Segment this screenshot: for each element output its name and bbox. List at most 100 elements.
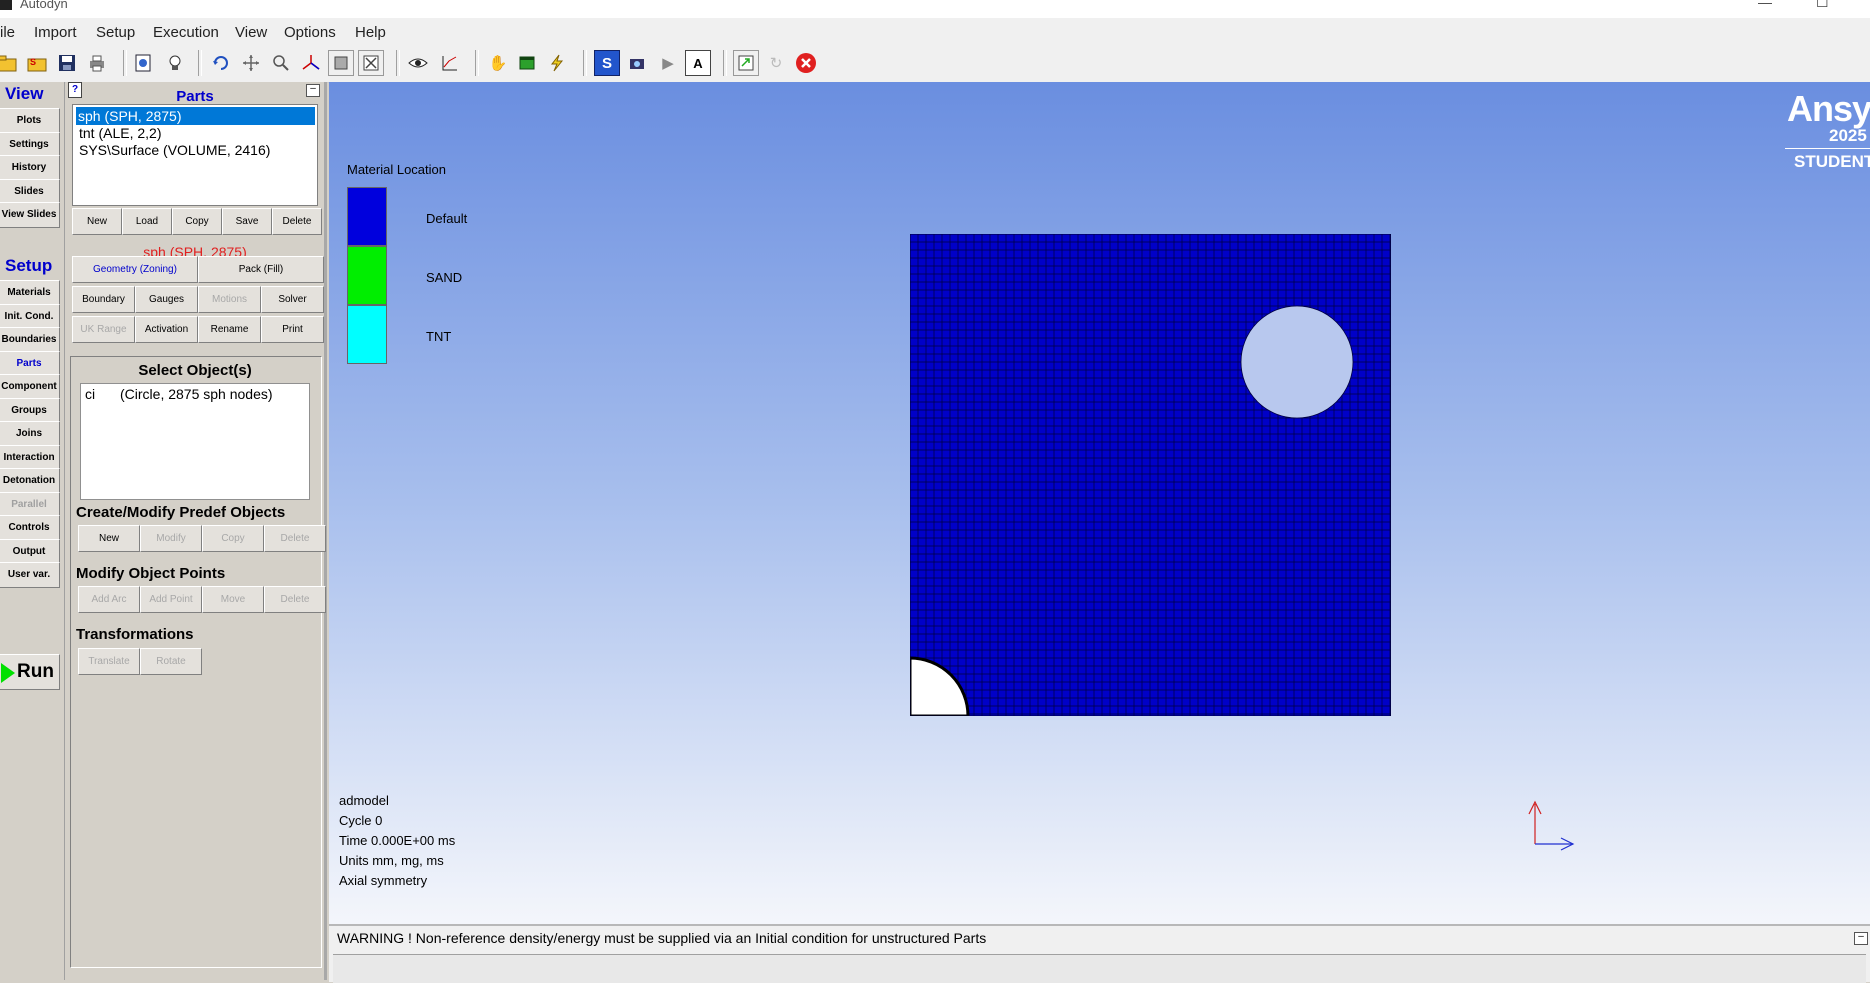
nav-slides[interactable]: Slides [0, 178, 60, 205]
message-input[interactable] [333, 954, 1866, 983]
camera-icon[interactable] [624, 50, 650, 76]
transformations-title: Transformations [76, 626, 194, 643]
menu-setup[interactable]: Setup [96, 24, 135, 41]
menu-import[interactable]: Import [34, 24, 77, 41]
axes-icon[interactable] [298, 50, 324, 76]
predef-objects-title: Create/Modify Predef Objects [76, 504, 286, 521]
fit-view-icon[interactable] [328, 50, 354, 76]
info-line: Units mm, mg, ms [339, 853, 444, 868]
rename-button[interactable]: Rename [198, 316, 261, 343]
nav-init-cond[interactable]: Init. Cond. [0, 303, 60, 330]
logo-divider [1785, 148, 1870, 149]
refresh-icon[interactable] [208, 50, 234, 76]
nav-history[interactable]: History [0, 155, 60, 181]
eye-icon[interactable] [405, 50, 431, 76]
parts-list-item[interactable]: SYS\Surface (VOLUME, 2416) [77, 141, 270, 159]
nav-interaction[interactable]: Interaction [0, 444, 60, 471]
nav-controls[interactable]: Controls [0, 515, 60, 541]
mesh-plot[interactable] [910, 234, 1391, 716]
nav-view-slides[interactable]: View Slides [0, 202, 60, 228]
parts-list-item[interactable]: sph (SPH, 2875) [76, 107, 315, 125]
menu-execution[interactable]: Execution [153, 24, 219, 41]
menu-options[interactable]: Options [284, 24, 336, 41]
parts-list[interactable]: sph (SPH, 2875) tnt (ALE, 2,2) SYS\Surface… [72, 104, 318, 206]
fit-all-icon[interactable] [358, 50, 384, 76]
delete-part-button[interactable]: Delete [272, 208, 322, 235]
nav-output[interactable]: Output [0, 538, 60, 565]
logo-edition: STUDENT [1794, 152, 1870, 171]
nav-joins[interactable]: Joins [0, 421, 60, 447]
green-box-icon[interactable] [514, 50, 540, 76]
save-icon[interactable] [54, 50, 80, 76]
nav-parallel[interactable]: Parallel [0, 491, 60, 518]
close-red-icon[interactable] [793, 50, 819, 76]
parts-list-item[interactable]: tnt (ALE, 2,2) [77, 124, 161, 142]
record-icon[interactable]: ▶ [655, 50, 681, 76]
lightbulb-icon[interactable] [162, 50, 188, 76]
points-add-point-button[interactable]: Add Point [140, 586, 202, 613]
s-icon[interactable]: S [594, 50, 620, 76]
open-folder-icon[interactable] [0, 50, 20, 76]
info-line: Axial symmetry [339, 873, 428, 888]
new-part-button[interactable]: New [72, 208, 122, 235]
copy-part-button[interactable]: Copy [172, 208, 222, 235]
tab-geometry-zoning[interactable]: Geometry (Zoning) [72, 256, 198, 283]
predef-delete-button[interactable]: Delete [264, 525, 326, 552]
predef-new-button[interactable]: New [78, 525, 140, 552]
predef-modify-button[interactable]: Modify [140, 525, 202, 552]
nav-view-header: View [5, 84, 44, 103]
transform-rotate-button[interactable]: Rotate [140, 648, 202, 675]
select-objects-title: Select Object(s) [138, 362, 252, 379]
legend-swatch-default [347, 187, 387, 246]
uk-range-button[interactable]: UK Range [72, 316, 135, 343]
zoom-icon[interactable] [268, 50, 294, 76]
tab-pack-fill[interactable]: Pack (Fill) [198, 256, 324, 283]
nav-groups[interactable]: Groups [0, 397, 60, 424]
panel-minimize-button[interactable]: – [306, 84, 320, 97]
object-name[interactable]: ci [85, 386, 95, 402]
save-part-button[interactable]: Save [222, 208, 272, 235]
points-add-arc-button[interactable]: Add Arc [78, 586, 140, 613]
nav-parts[interactable]: Parts [0, 350, 60, 377]
gauges-button[interactable]: Gauges [135, 286, 198, 313]
nav-user-var[interactable]: User var. [0, 562, 60, 588]
model-info-icon[interactable] [130, 50, 156, 76]
minimize-window-button[interactable]: — [1758, 0, 1772, 10]
nav-component[interactable]: Component [0, 374, 60, 400]
message-minimize-button[interactable]: – [1854, 932, 1868, 945]
menu-help[interactable]: Help [355, 24, 386, 41]
export-icon[interactable] [733, 50, 759, 76]
nav-detonation[interactable]: Detonation [0, 468, 60, 494]
transform-translate-button[interactable]: Translate [78, 648, 140, 675]
load-part-button[interactable]: Load [122, 208, 172, 235]
graphics-viewport[interactable]: Material Location Default SAND TNT admodel… [329, 82, 1870, 924]
nav-plots[interactable]: Plots [0, 108, 60, 134]
object-list[interactable]: ci (Circle, 2875 sph nodes) [80, 383, 310, 500]
nav-boundaries[interactable]: Boundaries [0, 327, 60, 353]
pan-icon[interactable] [238, 50, 264, 76]
lightning-icon[interactable] [544, 50, 570, 76]
nav-settings[interactable]: Settings [0, 131, 60, 158]
open-sph-icon[interactable]: S [24, 50, 50, 76]
activation-button[interactable]: Activation [135, 316, 198, 343]
current-part-label: sph (SPH, 2875) [143, 244, 247, 256]
menu-file[interactable]: ile [0, 24, 15, 41]
hand-icon[interactable]: ✋ [485, 50, 511, 76]
solver-button[interactable]: Solver [261, 286, 324, 313]
print-button[interactable]: Print [261, 316, 324, 343]
reload-icon[interactable]: ↻ [763, 50, 789, 76]
nav-materials[interactable]: Materials [0, 280, 60, 306]
axis-plot-icon[interactable] [437, 50, 463, 76]
object-description[interactable]: (Circle, 2875 sph nodes) [120, 386, 273, 402]
left-nav: View Plots Settings History Slides View Slid… [0, 82, 65, 980]
boundary-button[interactable]: Boundary [72, 286, 135, 313]
print-icon[interactable] [84, 50, 110, 76]
text-a-icon[interactable]: A [685, 50, 711, 76]
motions-button[interactable]: Motions [198, 286, 261, 313]
run-button[interactable]: Run [0, 654, 60, 690]
points-delete-button[interactable]: Delete [264, 586, 326, 613]
menu-view[interactable]: View [235, 24, 267, 41]
points-move-button[interactable]: Move [202, 586, 264, 613]
maximize-window-button[interactable]: ☐ [1816, 0, 1829, 11]
predef-copy-button[interactable]: Copy [202, 525, 264, 552]
